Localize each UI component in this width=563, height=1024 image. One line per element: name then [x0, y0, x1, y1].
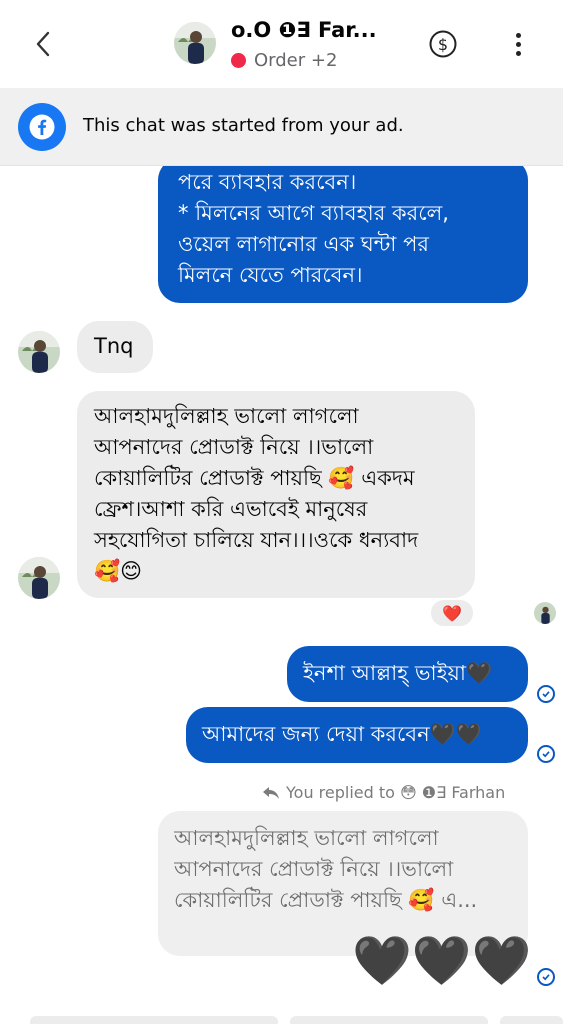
message-line: কোয়ালিটির প্রোডাক্ট পায়ছি 🥰 একদম	[94, 466, 415, 490]
message-line: ওয়েল লাগানোর এক ঘন্টা পর	[178, 232, 429, 256]
incoming-message[interactable]: আলহামদুলিল্লাহ ভালো লাগলো আপনাদের প্রোডা…	[77, 391, 475, 598]
contact-name[interactable]: o.O ❶∃ Far...	[231, 18, 377, 42]
reply-arrow-icon	[263, 786, 279, 799]
order-label: Order +2	[254, 50, 338, 71]
dollar-icon: $	[429, 30, 457, 58]
more-dot-icon	[515, 50, 521, 56]
ad-origin-banner[interactable]: This chat was started from your ad.	[0, 88, 563, 166]
delivered-check-icon	[537, 968, 555, 986]
incoming-message[interactable]: Tnq	[77, 321, 153, 373]
ad-banner-text: This chat was started from your ad.	[83, 115, 404, 136]
more-options-button[interactable]	[508, 28, 528, 60]
reply-context-text: You replied to 😳 ❶∃ Farhan	[286, 783, 506, 802]
quoted-line: কোয়ালিটির প্রোডাক্ট পায়ছি 🥰 এ...	[174, 888, 478, 912]
message-line: * মিলনের আগে ব্যাবহার করলে,	[178, 201, 449, 225]
delivered-check-icon	[537, 745, 555, 763]
heart-reaction[interactable]: ❤️	[429, 598, 475, 628]
status-dot	[231, 53, 246, 68]
outgoing-message[interactable]: ইনশা আল্লাহ্ ভাইয়া🖤	[287, 646, 528, 702]
more-dot-icon	[515, 32, 521, 38]
more-dot-icon	[515, 41, 521, 47]
quoted-line: আলহামদুলিল্লাহ ভালো লাগলো	[174, 826, 439, 850]
reply-context-label: You replied to 😳 ❶∃ Farhan	[262, 783, 505, 802]
message-list[interactable]: পরে ব্যাবহার করবেন। * মিলনের আগে ব্যাবহা…	[0, 166, 563, 1024]
payment-button[interactable]: $	[428, 29, 458, 59]
chat-header: o.O ❶∃ Far... Order +2 $	[0, 0, 563, 88]
contact-subtitle[interactable]: Order +2	[231, 50, 337, 71]
message-line: 🥰😊	[94, 559, 143, 583]
seen-avatar	[534, 602, 556, 624]
message-line: সহযোগিতা চালিয়ে যান।।।ওকে ধন্যবাদ	[94, 528, 419, 552]
message-line: আলহামদুলিল্লাহ ভালো লাগলো	[94, 404, 359, 428]
message-line: আপনাদের প্রোডাক্ট নিয়ে ।।ভালো	[94, 435, 374, 459]
contact-avatar[interactable]	[174, 22, 216, 64]
quoted-line: আপনাদের প্রোডাক্ট নিয়ে ।।ভালো	[174, 857, 454, 881]
contact-avatar-small[interactable]	[18, 331, 60, 373]
heart-icon: ❤️	[442, 603, 462, 623]
outgoing-message[interactable]: আমাদের জন্য দেয়া করবেন🖤🖤	[186, 707, 528, 763]
outgoing-message[interactable]: পরে ব্যাবহার করবেন। * মিলনের আগে ব্যাবহা…	[158, 166, 528, 303]
svg-text:$: $	[438, 35, 448, 54]
message-line: ফ্রেশ।আশা করি এভাবেই মানুষের	[94, 497, 368, 521]
back-button[interactable]	[28, 24, 58, 64]
composer-segment	[500, 1016, 563, 1024]
black-hearts-message[interactable]: 🖤🖤🖤	[352, 934, 531, 988]
message-line: মিলনে যেতে পারবেন।	[178, 263, 363, 287]
composer-segment	[30, 1016, 278, 1024]
black-hearts-emoji: 🖤🖤🖤	[352, 933, 532, 989]
composer-segment	[290, 1016, 488, 1024]
facebook-icon	[18, 103, 66, 151]
message-line: পরে ব্যাবহার করবেন।	[178, 170, 357, 194]
chevron-left-icon	[36, 31, 50, 57]
composer-bar-edge	[0, 1014, 563, 1024]
delivered-check-icon	[537, 685, 555, 703]
contact-avatar-small[interactable]	[18, 557, 60, 599]
